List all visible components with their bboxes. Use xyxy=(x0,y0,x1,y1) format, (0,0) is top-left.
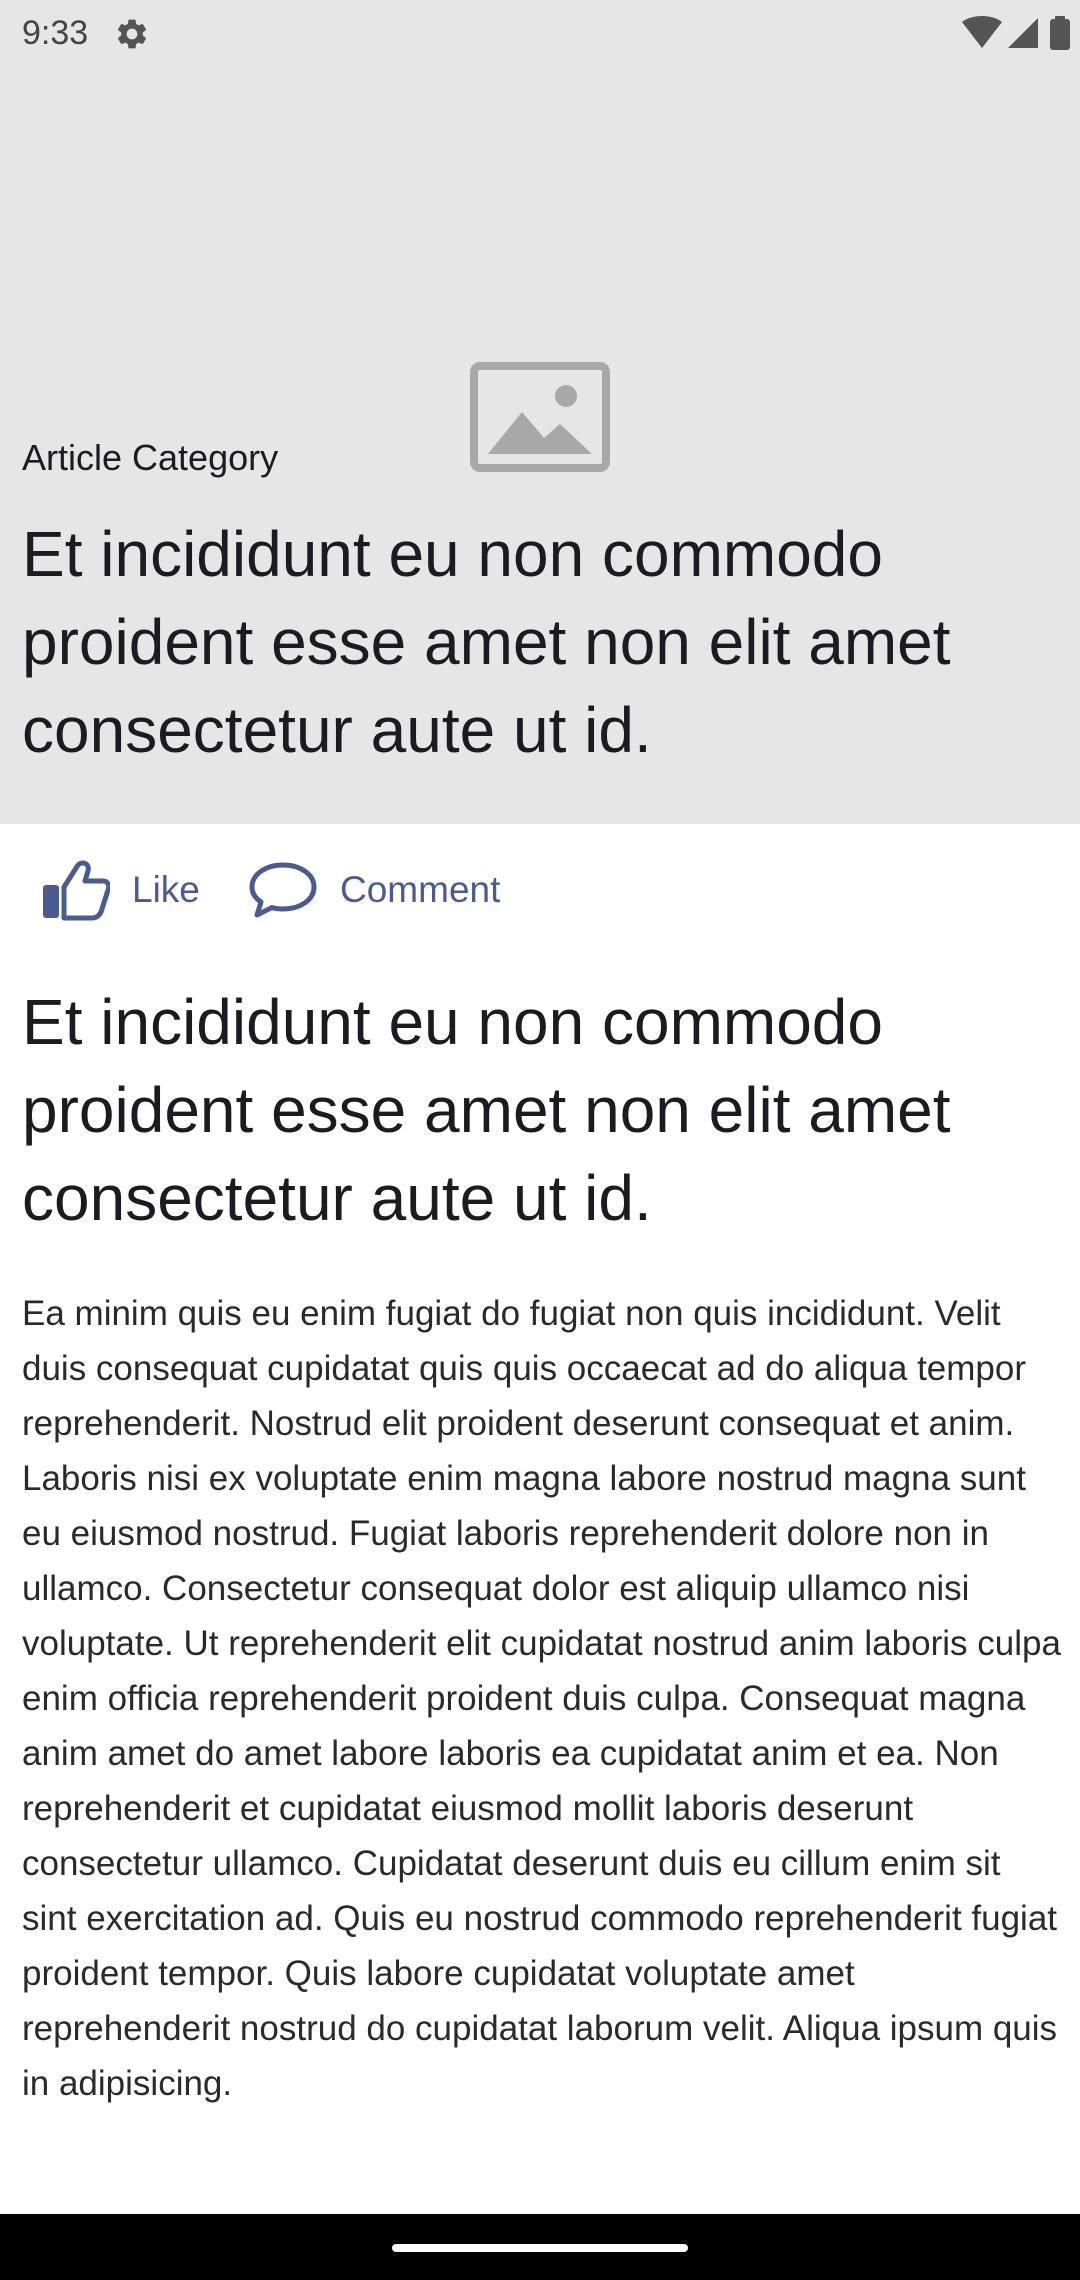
navigation-bar xyxy=(0,2214,1080,2280)
article-title: Et incididunt eu non commodo proident es… xyxy=(22,986,951,1234)
wifi-icon xyxy=(962,16,1002,48)
thumbs-up-icon xyxy=(40,859,110,921)
comment-button[interactable]: Comment xyxy=(248,858,500,922)
like-label: Like xyxy=(132,869,200,910)
comment-label: Comment xyxy=(340,869,501,910)
home-gesture-handle[interactable] xyxy=(392,2244,688,2252)
hero-title: Et incididunt eu non commodo proident es… xyxy=(22,518,951,766)
battery-icon xyxy=(1050,16,1070,50)
article-header: Article Category Et incididunt eu non co… xyxy=(0,66,1080,824)
comment-bubble-icon xyxy=(248,860,318,920)
like-button[interactable]: Like xyxy=(40,858,200,922)
status-time: 9:33 xyxy=(22,14,89,52)
settings-icon xyxy=(114,16,150,52)
image-placeholder-icon xyxy=(470,362,610,472)
action-row: Like Comment xyxy=(0,824,1080,956)
article-body: Ea minim quis eu enim fugiat do fugiat n… xyxy=(22,1294,1061,2103)
status-icons xyxy=(880,14,1080,54)
status-bar: 9:33 xyxy=(0,0,1080,66)
article-category: Article Category xyxy=(22,437,279,478)
cellular-signal-icon xyxy=(1008,18,1038,48)
